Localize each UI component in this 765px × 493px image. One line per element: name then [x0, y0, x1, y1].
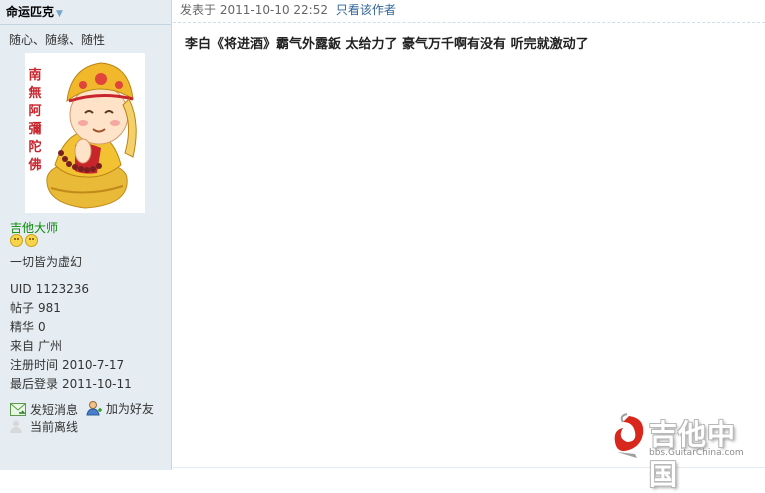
stat-value[interactable]: 0	[38, 320, 46, 334]
guitar-logo-icon	[614, 413, 644, 458]
stat-label: 来自	[10, 339, 35, 353]
send-message-button[interactable]: 发短消息	[10, 400, 78, 418]
post-content-area: 发表于 2011-10-10 22:52 只看该作者 李白《将进酒》霸气外露鈑 …	[173, 0, 765, 491]
stat-label: 最后登录	[10, 377, 59, 391]
chevron-down-icon[interactable]: ▼	[56, 9, 63, 19]
author-sidebar: 命运匹克 ▼ 随心、随缘、随性 南無阿彌陀佛 吉他大师 一切皆为虚幻 UID 1…	[0, 0, 172, 470]
add-friend-label: 加为好友	[105, 401, 154, 416]
stat-label: 帖子	[10, 301, 35, 315]
avatar-banner-text: 南無阿彌陀佛	[28, 68, 42, 173]
post-meta-prefix: 发表于	[180, 3, 217, 17]
offline-user-icon	[10, 420, 22, 433]
author-name[interactable]: 命运匹克	[6, 5, 54, 19]
star-icon	[10, 234, 23, 247]
stat-label: 注册时间	[10, 358, 59, 372]
stat-value: 1123236	[35, 282, 90, 296]
stat-label: 精华	[10, 320, 35, 334]
stat-location: 来自 广州	[10, 337, 132, 356]
star-icon	[25, 234, 38, 247]
stat-uid: UID 1123236	[10, 280, 132, 299]
watermark-url: bbs.GuitarChina.com	[649, 448, 744, 458]
post-timestamp: 2011-10-10 22:52	[219, 3, 328, 17]
stat-label: UID	[10, 282, 32, 296]
post-meta: 发表于 2011-10-10 22:52 只看该作者	[173, 0, 765, 23]
author-signature: 随心、随缘、随性	[9, 33, 106, 47]
stat-registered: 注册时间 2010-7-17	[10, 356, 132, 375]
stat-posts: 帖子 981	[10, 299, 132, 318]
stat-last-login: 最后登录 2011-10-11	[10, 375, 132, 394]
send-message-label: 发短消息	[30, 402, 79, 417]
user-stats: UID 1123236 帖子 981 精华 0 来自 广州 注册时间 2010-7-17 …	[10, 280, 132, 394]
user-actions: 发短消息 加为好友	[10, 399, 158, 419]
rank-stars	[10, 234, 40, 250]
stat-digest: 精华 0	[10, 318, 132, 337]
avatar[interactable]: 南無阿彌陀佛	[25, 53, 145, 213]
site-watermark: 吉他中国 bbs.GuitarChina.com	[609, 412, 759, 491]
author-header: 命运匹克 ▼	[0, 0, 171, 25]
only-author-link[interactable]: 只看该作者	[336, 3, 396, 17]
user-motto: 一切皆为虚幻	[10, 255, 83, 269]
stat-value: 2010-7-17	[62, 358, 125, 372]
envelope-icon	[10, 402, 26, 416]
monk-avatar-illustration	[25, 62, 137, 209]
online-status: 当前离线	[10, 418, 78, 435]
online-status-label: 当前离线	[30, 420, 79, 434]
stat-value: 广州	[38, 339, 63, 353]
add-user-icon	[86, 400, 102, 415]
stat-value: 2011-10-11	[62, 377, 132, 391]
stat-value[interactable]: 981	[38, 301, 61, 315]
add-friend-button[interactable]: 加为好友	[86, 399, 154, 417]
post-message: 李白《将进酒》霸气外露鈑 太给力了 豪气万千啊有没有 听完就激动了	[185, 37, 589, 52]
